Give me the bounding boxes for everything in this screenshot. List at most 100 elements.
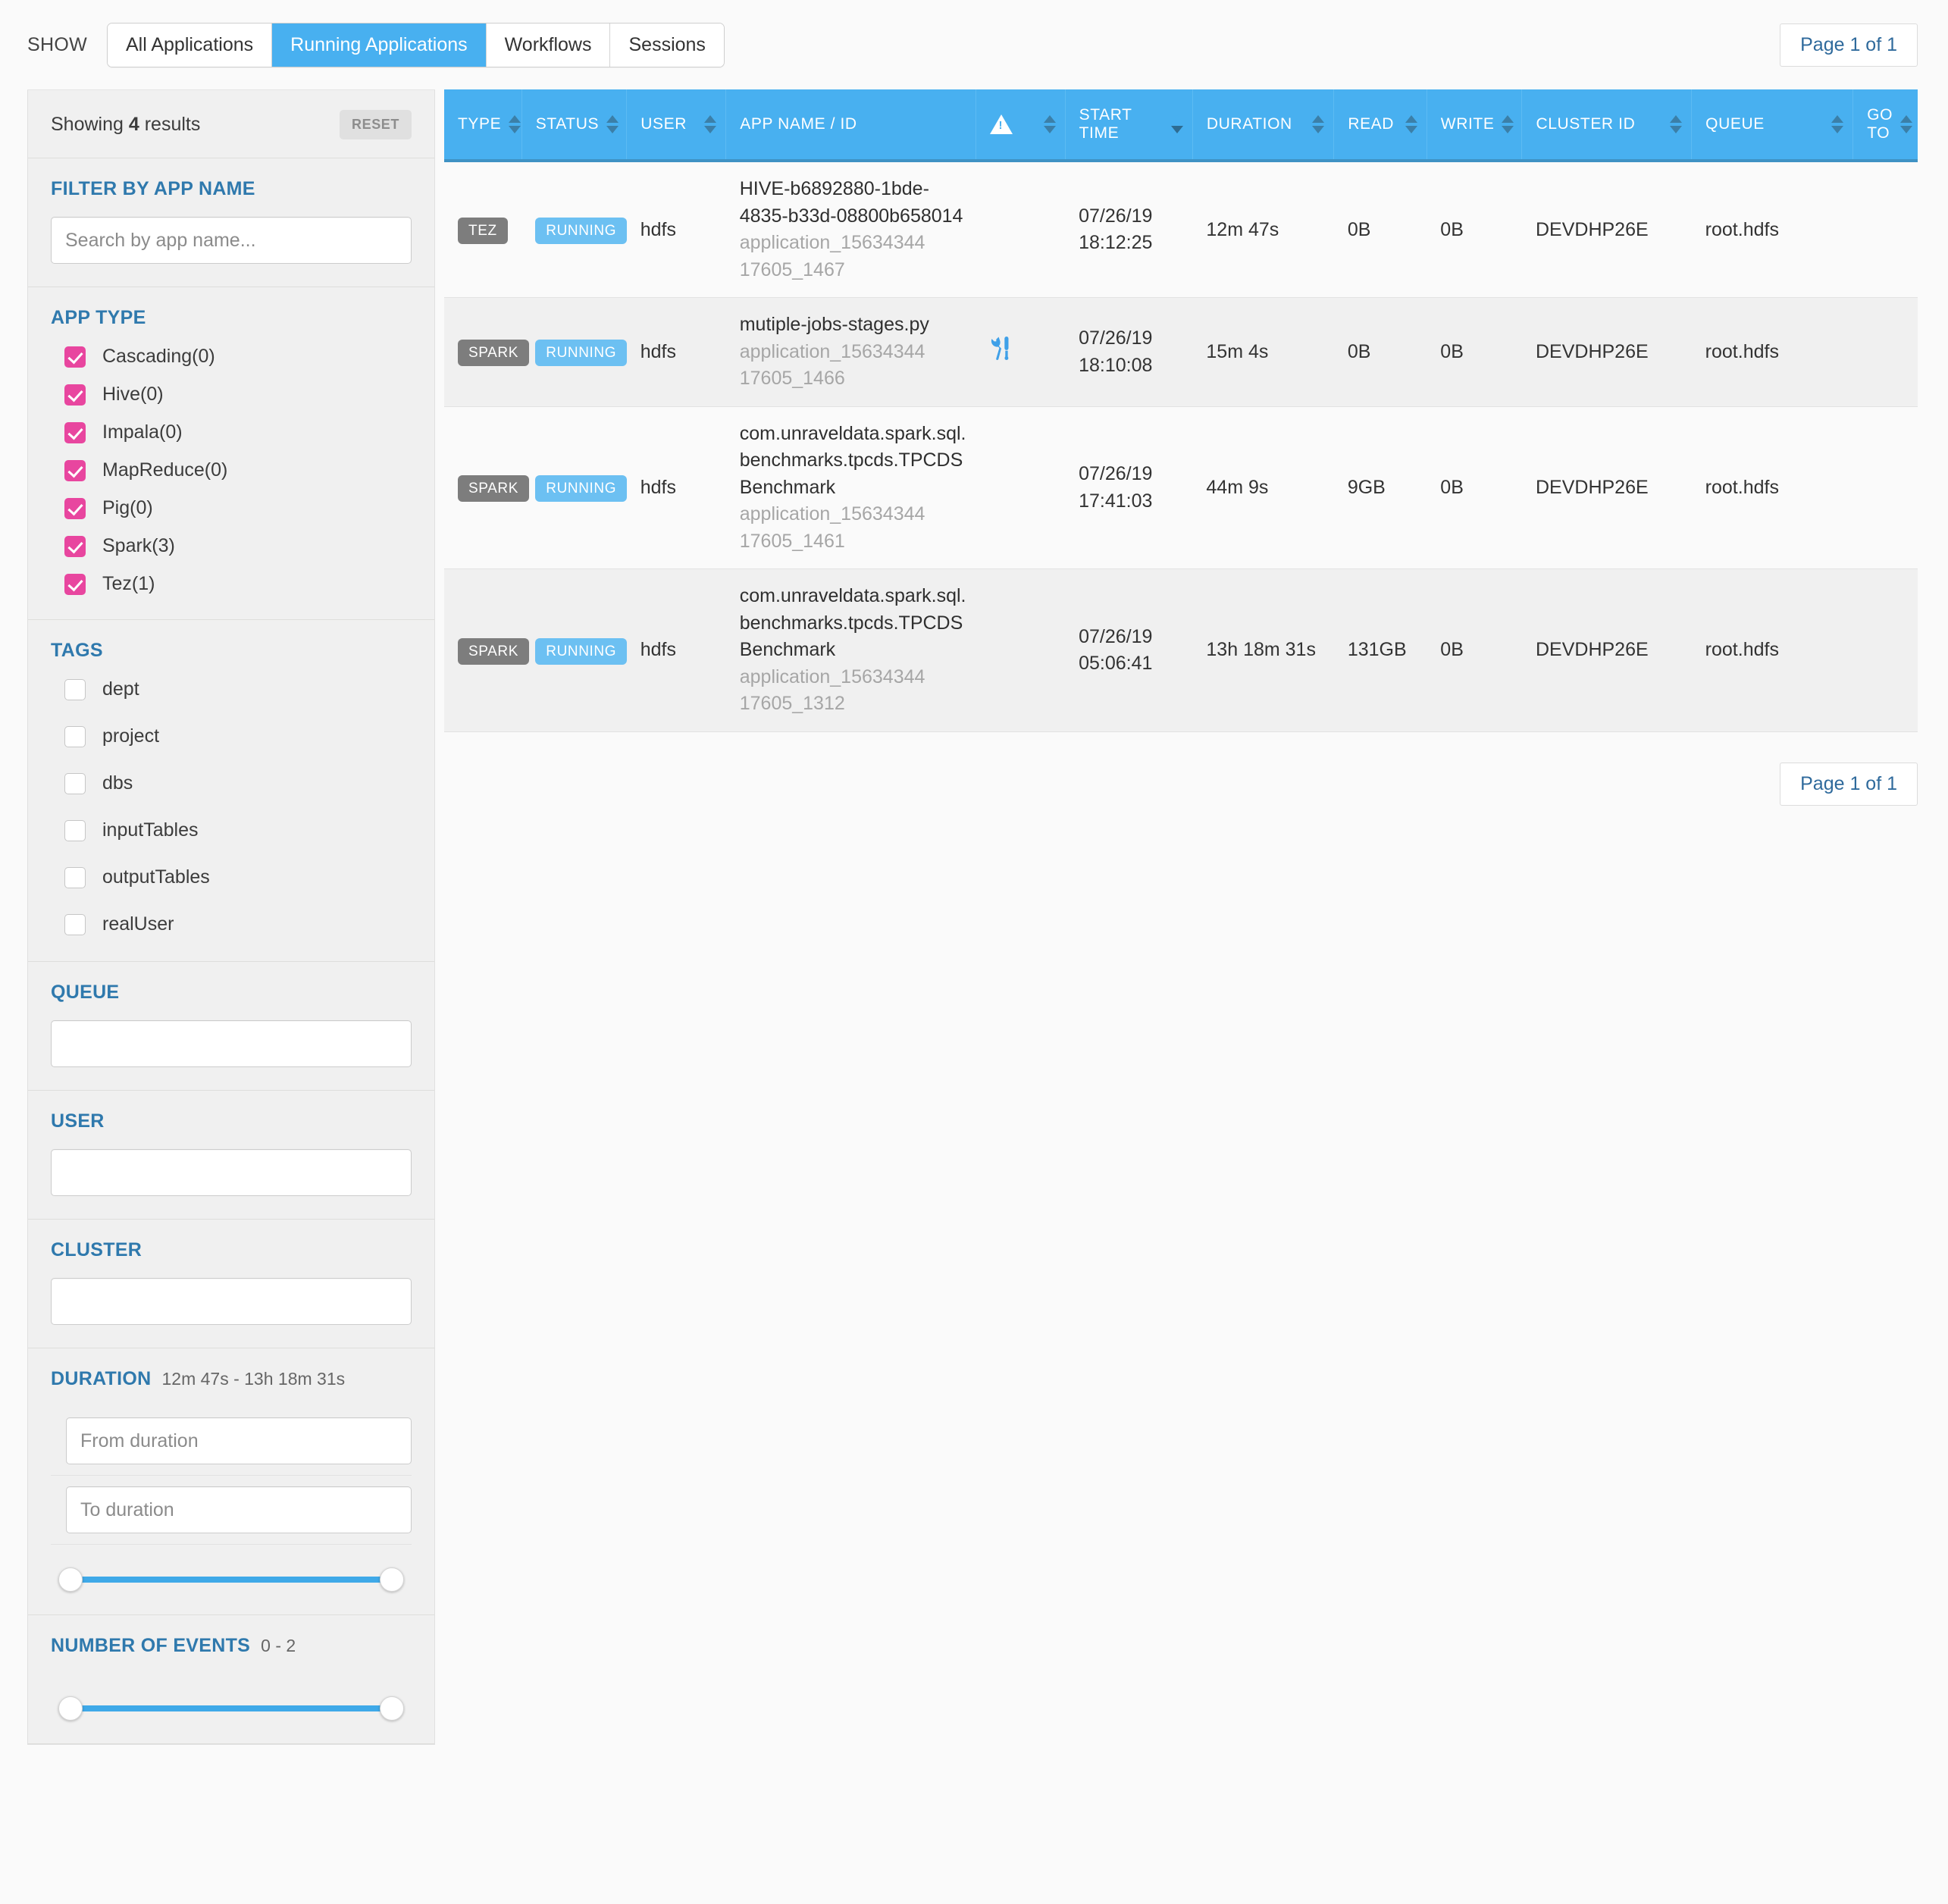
app-name-search-input[interactable]	[51, 217, 412, 264]
cell-duration: 13h 18m 31s	[1192, 568, 1334, 732]
tab-sessions[interactable]: Sessions	[610, 23, 724, 67]
duration-slider-handle-max[interactable]	[380, 1567, 404, 1592]
checkbox-unchecked-icon[interactable]	[64, 866, 86, 888]
sort-toggle-icon[interactable]	[1312, 115, 1325, 134]
events-slider-handle-min[interactable]	[58, 1696, 83, 1721]
checkbox-checked-icon[interactable]	[64, 573, 86, 595]
tag-item-realuser[interactable]: realUser	[64, 913, 412, 935]
cell-go-to[interactable]	[1852, 161, 1918, 299]
column-header-duration[interactable]: DURATION	[1192, 89, 1335, 163]
checkbox-checked-icon[interactable]	[64, 497, 86, 519]
app-type-item-cascading[interactable]: Cascading(0)	[64, 346, 412, 368]
column-header-write[interactable]: WRITE	[1427, 89, 1523, 163]
column-header-read[interactable]: READ	[1333, 89, 1427, 163]
cell-write: 0B	[1427, 406, 1522, 570]
app-type-item-hive[interactable]: Hive(0)	[64, 384, 412, 406]
sort-toggle-icon[interactable]	[1405, 115, 1417, 134]
tag-item-inputtables[interactable]: inputTables	[64, 819, 412, 841]
duration-slider-handle-min[interactable]	[58, 1567, 83, 1592]
column-header-cluster-id[interactable]: CLUSTER ID	[1521, 89, 1693, 163]
checkbox-unchecked-icon[interactable]	[64, 772, 86, 794]
events-slider-handle-max[interactable]	[380, 1696, 404, 1721]
cell-events[interactable]	[976, 297, 1066, 407]
duration-from-input[interactable]	[66, 1417, 412, 1464]
checkbox-checked-icon[interactable]	[64, 421, 86, 443]
duration-range-slider[interactable]	[51, 1545, 412, 1598]
user-input[interactable]	[51, 1149, 412, 1196]
sort-toggle-icon[interactable]	[1502, 115, 1514, 134]
sort-toggle-icon[interactable]	[509, 115, 521, 134]
results-count-label: Showing 4 results	[51, 114, 200, 136]
app-type-item-impala[interactable]: Impala(0)	[64, 421, 412, 443]
sort-toggle-icon-active[interactable]	[1170, 115, 1183, 134]
app-name-link[interactable]: HIVE-b6892880-1bde-4835-b33d-08800b65801…	[740, 176, 967, 230]
status-badge: RUNNING	[535, 217, 628, 244]
pagination-bottom[interactable]: Page 1 of 1	[1780, 762, 1918, 806]
sort-toggle-icon[interactable]	[1043, 115, 1056, 134]
sort-toggle-icon[interactable]	[704, 115, 717, 134]
column-header-go-to[interactable]: GO TO	[1852, 89, 1918, 163]
warning-icon	[990, 114, 1013, 135]
checkbox-unchecked-icon[interactable]	[64, 819, 86, 841]
column-header-queue[interactable]: QUEUE	[1691, 89, 1854, 163]
tag-item-outputtables[interactable]: outputTables	[64, 866, 412, 888]
cell-read: 131GB	[1333, 568, 1427, 732]
table-row[interactable]: SPARK RUNNING hdfs com.unraveldata.spark…	[444, 406, 1918, 570]
checkbox-checked-icon[interactable]	[64, 346, 86, 368]
table-row[interactable]: TEZ RUNNING hdfs HIVE-b6892880-1bde-4835…	[444, 161, 1918, 299]
column-header-type[interactable]: TYPE	[444, 89, 522, 163]
applications-table-head: TYPE STATUS USER APP NAME / ID ! START T…	[444, 89, 1918, 163]
cell-read: 9GB	[1333, 406, 1427, 570]
sort-toggle-icon[interactable]	[1670, 115, 1683, 134]
sort-toggle-icon[interactable]	[1831, 115, 1844, 134]
column-header-status[interactable]: STATUS	[521, 89, 628, 163]
cell-write: 0B	[1427, 161, 1522, 299]
tab-all-applications[interactable]: All Applications	[107, 23, 273, 67]
app-type-label: Hive(0)	[102, 384, 164, 405]
column-header-app-name-id[interactable]: APP NAME / ID	[725, 89, 977, 163]
table-row[interactable]: SPARK RUNNING hdfs com.unraveldata.spark…	[444, 568, 1918, 732]
queue-input[interactable]	[51, 1020, 412, 1067]
checkbox-checked-icon[interactable]	[64, 459, 86, 481]
pagination-top[interactable]: Page 1 of 1	[1780, 23, 1918, 67]
checkbox-unchecked-icon[interactable]	[64, 678, 86, 700]
tab-workflows[interactable]: Workflows	[486, 23, 611, 67]
column-header-type-label: TYPE	[458, 115, 502, 133]
tag-item-dbs[interactable]: dbs	[64, 772, 412, 794]
cluster-input[interactable]	[51, 1278, 412, 1325]
app-type-item-mapreduce[interactable]: MapReduce(0)	[64, 459, 412, 481]
column-header-user[interactable]: USER	[626, 89, 727, 163]
app-type-item-spark[interactable]: Spark(3)	[64, 535, 412, 557]
column-header-events[interactable]	[976, 89, 1066, 163]
app-name-link[interactable]: com.unraveldata.spark.sql.benchmarks.tpc…	[740, 583, 967, 664]
sort-toggle-icon[interactable]	[606, 115, 619, 134]
app-type-item-tez[interactable]: Tez(1)	[64, 573, 412, 595]
app-type-label: MapReduce(0)	[102, 459, 228, 481]
checkbox-unchecked-icon[interactable]	[64, 913, 86, 935]
app-id-line-1: application_15634344	[739, 232, 925, 254]
tag-item-project[interactable]: project	[64, 725, 412, 747]
app-name-link[interactable]: com.unraveldata.spark.sql.benchmarks.tpc…	[740, 421, 967, 502]
type-badge: SPARK	[458, 637, 530, 665]
cell-cluster-id: DEVDHP26E	[1521, 161, 1692, 299]
cell-go-to[interactable]	[1852, 406, 1918, 570]
app-name-link[interactable]: mutiple-jobs-stages.py	[740, 312, 967, 339]
tab-running-applications[interactable]: Running Applications	[272, 23, 487, 67]
checkbox-checked-icon[interactable]	[64, 535, 86, 557]
duration-to-input[interactable]	[66, 1486, 412, 1533]
column-header-start-time[interactable]: START TIME	[1065, 89, 1193, 163]
events-range-slider[interactable]	[51, 1674, 412, 1727]
cell-go-to[interactable]	[1852, 568, 1918, 732]
tag-label: outputTables	[102, 866, 210, 888]
table-row[interactable]: SPARK RUNNING hdfs mutiple-jobs-stages.p…	[444, 297, 1918, 407]
reset-filters-button[interactable]: RESET	[339, 110, 412, 139]
sort-toggle-icon[interactable]	[1900, 115, 1913, 134]
tools-icon[interactable]	[990, 336, 1013, 365]
start-time-date: 07/26/19	[1079, 327, 1153, 349]
checkbox-unchecked-icon[interactable]	[64, 725, 86, 747]
cell-go-to[interactable]	[1852, 297, 1918, 407]
checkbox-checked-icon[interactable]	[64, 384, 86, 406]
tag-item-dept[interactable]: dept	[64, 678, 412, 700]
cell-type: SPARK	[444, 568, 530, 732]
app-type-item-pig[interactable]: Pig(0)	[64, 497, 412, 519]
